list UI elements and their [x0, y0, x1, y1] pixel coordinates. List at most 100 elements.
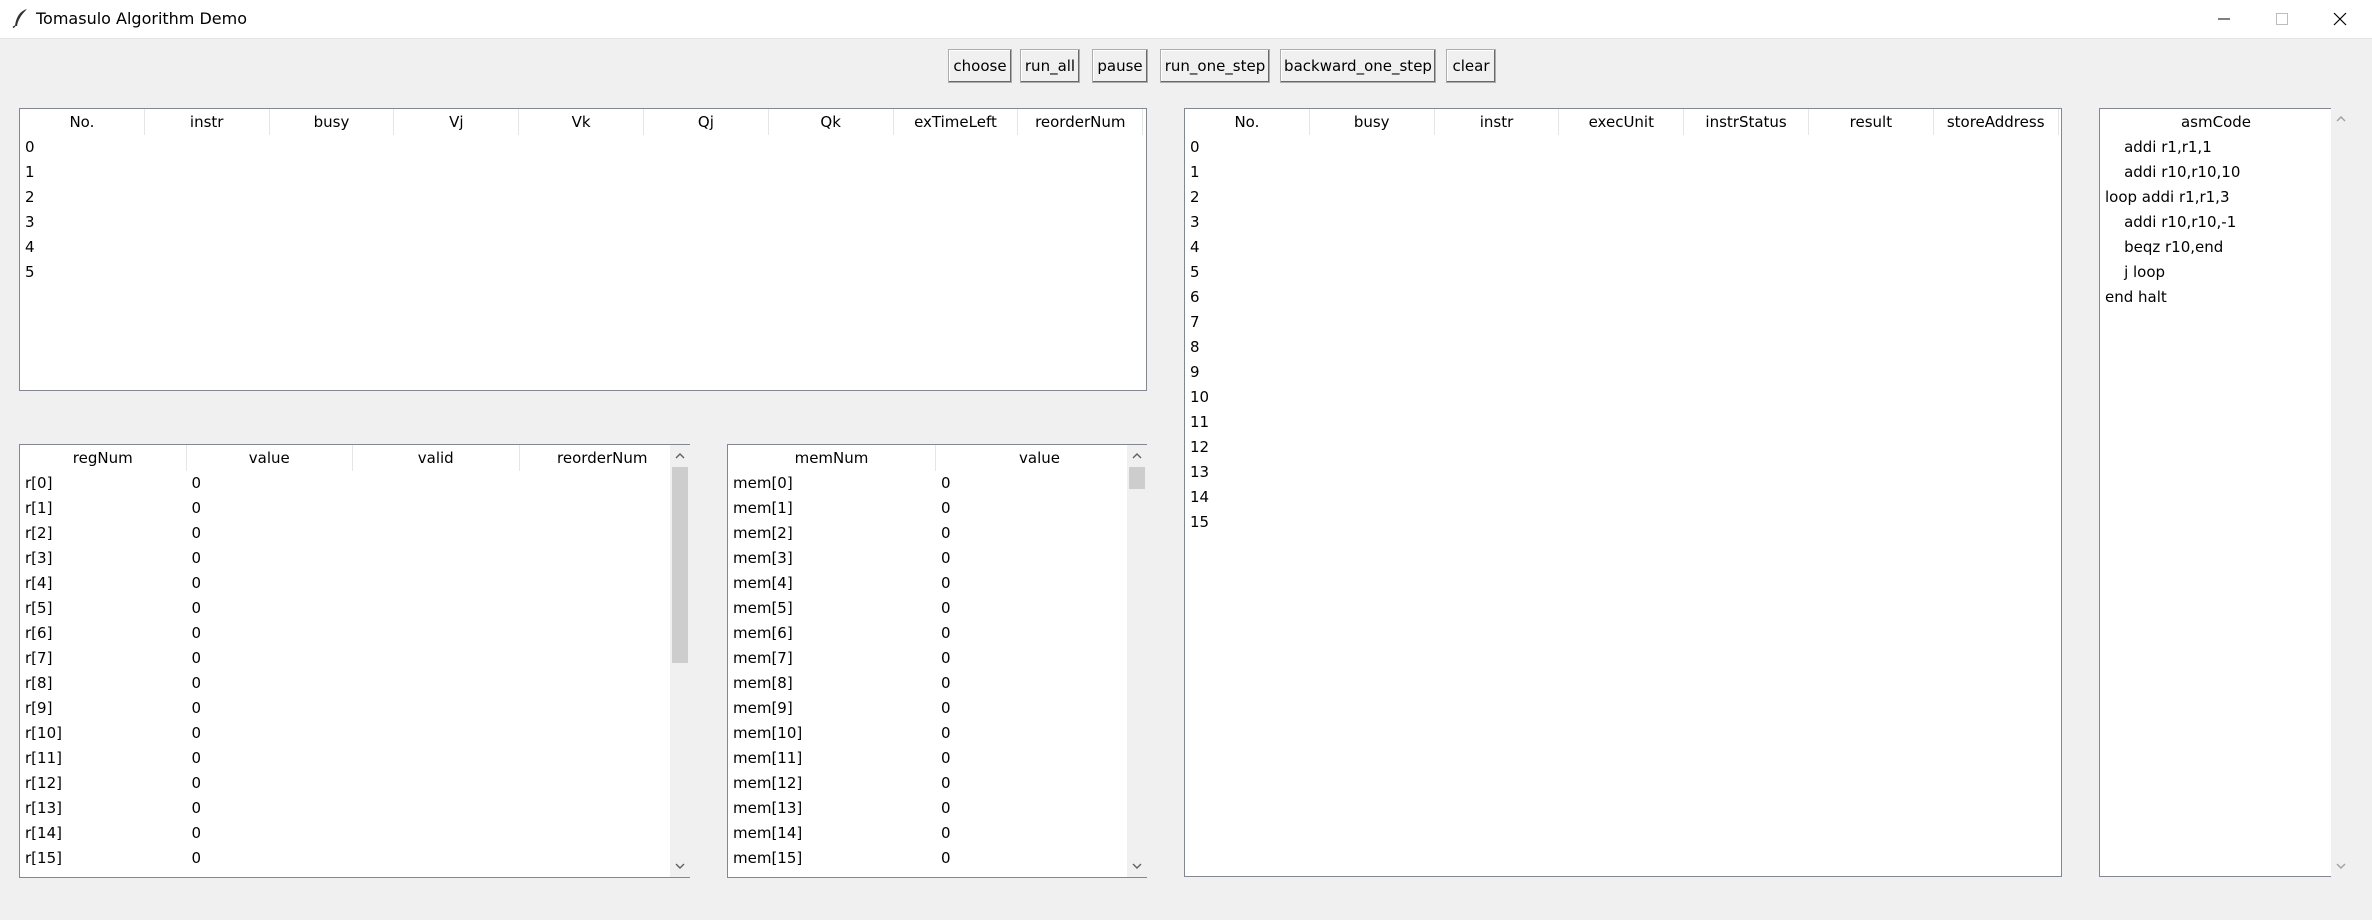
- reservation-station-table[interactable]: No. instr busy Vj Vk Qj Qk exTimeLeft reorderNum…: [19, 108, 1147, 391]
- table-row[interactable]: mem[15] 0: [728, 846, 1127, 871]
- table-row[interactable]: 3: [1185, 210, 2059, 235]
- table-row[interactable]: r[7] 0: [20, 646, 670, 671]
- table-row[interactable]: 2: [1185, 185, 2059, 210]
- scroll-up-icon[interactable]: [1127, 447, 1147, 465]
- table-row[interactable]: 3: [20, 210, 1143, 235]
- table-row[interactable]: mem[14] 0: [728, 821, 1127, 846]
- table-row[interactable]: 13: [1185, 460, 2059, 485]
- table-row[interactable]: mem[13] 0: [728, 796, 1127, 821]
- column-header-vj[interactable]: Vj: [394, 109, 520, 135]
- table-row[interactable]: mem[9] 0: [728, 696, 1127, 721]
- register-scrollbar[interactable]: [670, 444, 690, 878]
- column-header-regnum[interactable]: regNum: [20, 445, 187, 471]
- column-header-storeaddress[interactable]: storeAddress: [1934, 109, 2059, 135]
- scrollbar-thumb[interactable]: [1129, 467, 1145, 489]
- pause-button[interactable]: pause: [1092, 49, 1148, 83]
- asm-line[interactable]: addi r1,r1,1: [2100, 135, 2240, 160]
- table-row[interactable]: mem[8] 0: [728, 671, 1127, 696]
- column-header-extimeleft[interactable]: exTimeLeft: [894, 109, 1019, 135]
- table-row[interactable]: 5: [1185, 260, 2059, 285]
- table-row[interactable]: 14: [1185, 485, 2059, 510]
- table-row[interactable]: r[3] 0: [20, 546, 670, 571]
- column-header-result[interactable]: result: [1809, 109, 1934, 135]
- table-row[interactable]: r[2] 0: [20, 521, 670, 546]
- asm-line[interactable]: beqz r10,end: [2100, 235, 2240, 260]
- memory-scrollbar[interactable]: [1127, 444, 1147, 878]
- column-header-instrstatus[interactable]: instrStatus: [1684, 109, 1809, 135]
- table-row[interactable]: r[6] 0: [20, 621, 670, 646]
- table-row[interactable]: r[5] 0: [20, 596, 670, 621]
- run-one-step-button[interactable]: run_one_step: [1160, 49, 1270, 83]
- column-header-vk[interactable]: Vk: [519, 109, 644, 135]
- table-row[interactable]: r[0] 0: [20, 471, 670, 496]
- asm-line[interactable]: addi r10,r10,-1: [2100, 210, 2240, 235]
- asm-line[interactable]: loop addi r1,r1,3: [2100, 185, 2240, 210]
- asm-code-panel[interactable]: asmCode addi r1,r1,1 addi r10,r10,10 loop…: [2099, 108, 2331, 877]
- register-table[interactable]: regNum value valid reorderNum r[0] 0 r[1] 0 r[2…: [19, 444, 670, 878]
- table-row[interactable]: mem[0] 0: [728, 471, 1127, 496]
- table-row[interactable]: 15: [1185, 510, 2059, 535]
- table-row[interactable]: r[13] 0: [20, 796, 670, 821]
- table-row[interactable]: r[4] 0: [20, 571, 670, 596]
- table-row[interactable]: r[15] 0: [20, 846, 670, 871]
- table-row[interactable]: 0: [1185, 135, 2059, 160]
- column-header-instr[interactable]: instr: [1435, 109, 1560, 135]
- asm-line[interactable]: end halt: [2100, 285, 2240, 310]
- table-row[interactable]: 9: [1185, 360, 2059, 385]
- memory-table[interactable]: memNum value mem[0] 0 mem[1] 0 mem[2] 0 mem[3] 0…: [727, 444, 1127, 878]
- column-header-busy[interactable]: busy: [270, 109, 395, 135]
- column-header-value[interactable]: value: [187, 445, 353, 471]
- table-row[interactable]: 2: [20, 185, 1143, 210]
- table-row[interactable]: 12: [1185, 435, 2059, 460]
- table-row[interactable]: 1: [1185, 160, 2059, 185]
- clear-button[interactable]: clear: [1446, 49, 1496, 83]
- table-row[interactable]: 5: [20, 260, 1143, 285]
- table-row[interactable]: 4: [1185, 235, 2059, 260]
- table-row[interactable]: mem[10] 0: [728, 721, 1127, 746]
- table-row[interactable]: 11: [1185, 410, 2059, 435]
- column-header-no[interactable]: No.: [20, 109, 145, 135]
- column-header-valid[interactable]: valid: [353, 445, 520, 471]
- choose-button[interactable]: choose: [948, 49, 1012, 83]
- column-header-no[interactable]: No.: [1185, 109, 1310, 135]
- table-row[interactable]: mem[11] 0: [728, 746, 1127, 771]
- table-row[interactable]: r[1] 0: [20, 496, 670, 521]
- column-header-memnum[interactable]: memNum: [728, 445, 936, 471]
- table-row[interactable]: r[11] 0: [20, 746, 670, 771]
- table-row[interactable]: mem[4] 0: [728, 571, 1127, 596]
- table-row[interactable]: mem[12] 0: [728, 771, 1127, 796]
- table-row[interactable]: r[12] 0: [20, 771, 670, 796]
- scroll-up-icon[interactable]: [2331, 110, 2351, 128]
- asm-line[interactable]: j loop: [2100, 260, 2240, 285]
- table-row[interactable]: r[14] 0: [20, 821, 670, 846]
- close-button[interactable]: [2312, 0, 2368, 38]
- column-header-instr[interactable]: instr: [145, 109, 270, 135]
- table-row[interactable]: 0: [20, 135, 1143, 160]
- minimize-button[interactable]: [2196, 0, 2252, 38]
- column-header-execunit[interactable]: execUnit: [1559, 109, 1685, 135]
- scroll-down-icon[interactable]: [2331, 857, 2351, 875]
- column-header-reordernum[interactable]: reorderNum: [1018, 109, 1144, 135]
- table-row[interactable]: 1: [20, 160, 1143, 185]
- table-row[interactable]: 8: [1185, 335, 2059, 360]
- table-row[interactable]: 6: [1185, 285, 2059, 310]
- asm-line[interactable]: addi r10,r10,10: [2100, 160, 2240, 185]
- maximize-button[interactable]: [2254, 0, 2310, 38]
- table-row[interactable]: mem[7] 0: [728, 646, 1127, 671]
- column-header-reordernum[interactable]: reorderNum: [520, 445, 671, 471]
- column-header-busy[interactable]: busy: [1310, 109, 1435, 135]
- asm-scrollbar[interactable]: [2331, 108, 2351, 877]
- table-row[interactable]: r[9] 0: [20, 696, 670, 721]
- table-row[interactable]: mem[3] 0: [728, 546, 1127, 571]
- scroll-down-icon[interactable]: [670, 857, 690, 875]
- column-header-qj[interactable]: Qj: [644, 109, 769, 135]
- table-row[interactable]: mem[6] 0: [728, 621, 1127, 646]
- table-row[interactable]: r[8] 0: [20, 671, 670, 696]
- table-row[interactable]: mem[5] 0: [728, 596, 1127, 621]
- column-header-value[interactable]: value: [936, 445, 1127, 471]
- table-row[interactable]: 4: [20, 235, 1143, 260]
- scrollbar-thumb[interactable]: [672, 467, 688, 663]
- run-all-button[interactable]: run_all: [1020, 49, 1080, 83]
- table-row[interactable]: mem[2] 0: [728, 521, 1127, 546]
- reorder-buffer-table[interactable]: No. busy instr execUnit instrStatus result sto…: [1184, 108, 2062, 877]
